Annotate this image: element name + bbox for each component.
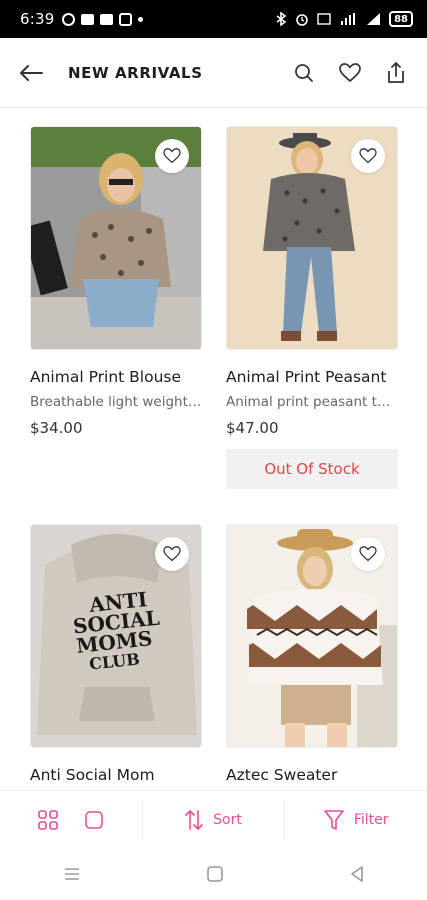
heart-icon <box>163 546 181 562</box>
favorite-button[interactable] <box>351 537 385 571</box>
heart-icon <box>359 148 377 164</box>
recent-apps-button[interactable] <box>63 866 81 882</box>
product-image[interactable] <box>30 126 202 350</box>
messenger-icon <box>62 12 76 26</box>
favorite-button[interactable] <box>351 139 385 173</box>
app-header: NEW ARRIVALS <box>0 38 427 108</box>
youtube-icon <box>81 13 95 25</box>
heart-icon <box>163 148 181 164</box>
product-name[interactable]: Aztec Sweater <box>226 766 406 784</box>
more-notifications-icon <box>138 16 144 22</box>
view-toggle <box>0 800 142 840</box>
back-arrow-icon <box>20 64 43 81</box>
product-image[interactable] <box>226 126 398 350</box>
favorite-button[interactable] <box>155 139 189 173</box>
grid-view-icon <box>38 809 58 830</box>
status-time: 6:39 <box>20 10 55 28</box>
back-triangle-icon <box>350 866 363 882</box>
bluetooth-icon <box>276 12 287 26</box>
search-icon <box>295 63 313 82</box>
page-title: NEW ARRIVALS <box>68 63 203 82</box>
product-image[interactable] <box>226 524 398 748</box>
wifi-signal-icon <box>341 13 356 25</box>
product-description: Animal print peasant t… <box>226 394 391 410</box>
wishlist-button[interactable] <box>337 60 363 86</box>
grid-view-button[interactable] <box>38 809 58 830</box>
battery-level: 88 <box>394 13 408 25</box>
sort-icon <box>185 809 203 830</box>
system-nav-bar <box>0 848 427 900</box>
product-name[interactable]: Animal Print Peasant <box>226 368 406 386</box>
sort-filter-bar: Sort Filter <box>0 790 427 848</box>
product-card[interactable]: Aztec Sweater <box>226 524 398 784</box>
share-button[interactable] <box>383 60 409 86</box>
home-square-icon <box>206 866 223 882</box>
product-image[interactable]: ANTI SOCIAL MOMS CLUB <box>30 524 202 748</box>
back-button[interactable] <box>18 59 46 87</box>
sort-button[interactable]: Sort <box>141 799 286 840</box>
system-back-button[interactable] <box>349 865 365 883</box>
alarm-icon <box>296 14 308 26</box>
home-button[interactable] <box>206 865 224 883</box>
product-card[interactable]: ANTI SOCIAL MOMS CLUB Anti Social Mom <box>30 524 202 784</box>
instagram-icon <box>119 12 133 26</box>
filter-label: Filter <box>353 811 389 828</box>
product-name[interactable]: Anti Social Mom <box>30 766 210 784</box>
navigation-icon <box>100 13 114 25</box>
heart-icon <box>359 546 377 562</box>
single-view-button[interactable] <box>84 810 104 830</box>
menu-lines-icon <box>64 868 79 880</box>
search-button[interactable] <box>291 60 317 86</box>
product-description: Breathable light weight… <box>30 394 202 410</box>
product-grid: Animal Print Blouse Breathable light wei… <box>0 108 427 790</box>
out-of-stock-badge: Out Of Stock <box>226 449 398 489</box>
data-icon <box>317 13 331 25</box>
favorite-button[interactable] <box>155 537 189 571</box>
product-price: $47.00 <box>226 419 279 437</box>
filter-icon <box>324 809 344 830</box>
heart-icon <box>339 62 361 82</box>
product-price: $34.00 <box>30 419 83 437</box>
product-name[interactable]: Animal Print Blouse <box>30 368 210 386</box>
share-icon <box>388 61 404 83</box>
status-bar: 6:39 88 <box>0 0 427 38</box>
battery-icon: 88 <box>389 11 413 27</box>
cell-signal-icon <box>367 13 381 25</box>
single-view-icon <box>85 810 103 829</box>
product-card[interactable]: Animal Print Peasant Animal print peasan… <box>226 126 398 489</box>
sort-label: Sort <box>213 811 242 828</box>
product-card[interactable]: Animal Print Blouse Breathable light wei… <box>30 126 202 437</box>
filter-button[interactable]: Filter <box>285 800 427 840</box>
